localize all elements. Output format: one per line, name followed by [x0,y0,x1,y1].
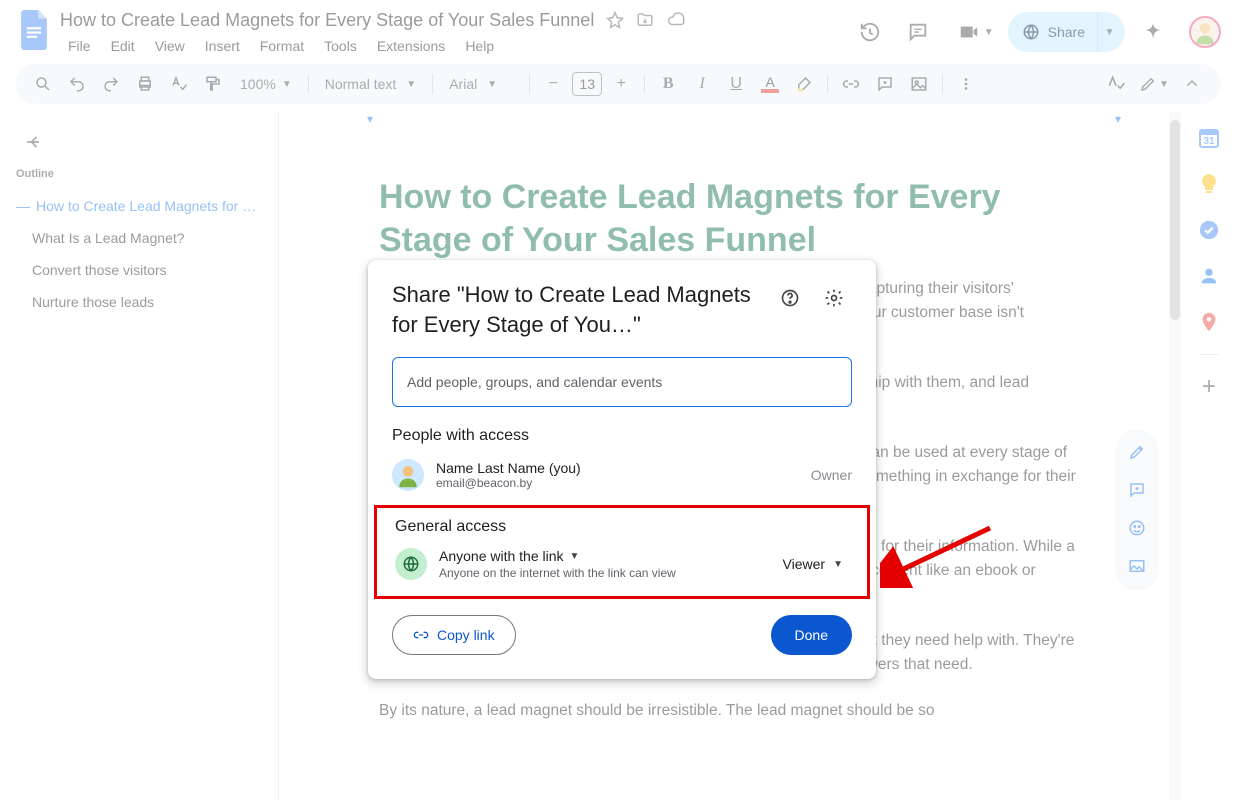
person-role: Owner [811,467,852,483]
people-access-heading: People with access [392,427,852,445]
globe-icon [395,548,427,580]
dialog-title: Share "How to Create Lead Magnets for Ev… [392,280,764,339]
copy-link-button[interactable]: Copy link [392,615,516,655]
access-role-select[interactable]: Viewer ▼ [777,552,849,576]
person-email: email@beacon.by [436,476,799,490]
help-icon[interactable] [772,280,808,316]
general-access-heading: General access [395,518,849,536]
add-people-input[interactable] [392,357,852,407]
chevron-down-icon: ▼ [570,551,580,562]
general-access-section: General access Anyone with the link ▼ An… [374,505,870,599]
person-row: Name Last Name (you) email@beacon.by Own… [392,459,852,491]
access-scope-select[interactable]: Anyone with the link ▼ [439,548,765,564]
access-scope-desc: Anyone on the internet with the link can… [439,566,765,580]
done-button[interactable]: Done [771,615,852,655]
person-name: Name Last Name (you) [436,460,799,476]
settings-gear-icon[interactable] [816,280,852,316]
share-dialog: Share "How to Create Lead Magnets for Ev… [368,260,876,679]
chevron-down-icon: ▼ [833,559,843,570]
person-avatar [392,459,424,491]
